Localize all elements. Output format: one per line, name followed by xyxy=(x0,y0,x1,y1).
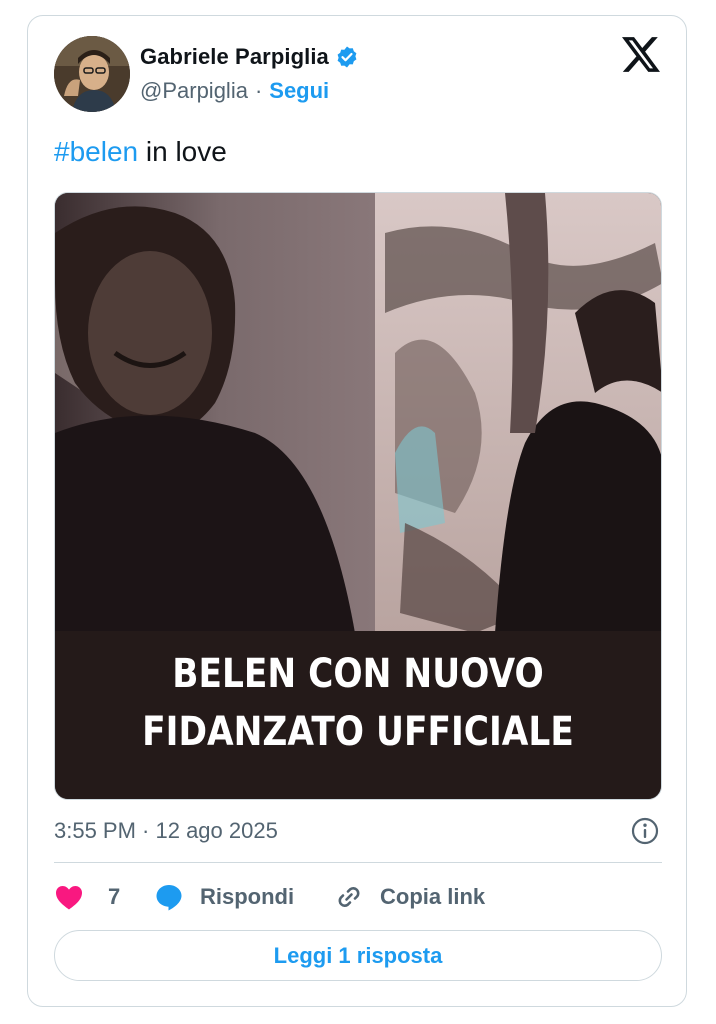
read-replies-button[interactable]: Leggi 1 risposta xyxy=(54,930,662,981)
author-name[interactable]: Gabriele Parpiglia xyxy=(140,44,329,70)
avatar[interactable] xyxy=(54,36,130,112)
like-count: 7 xyxy=(108,884,121,909)
verified-badge-icon xyxy=(337,46,357,68)
hashtag-link[interactable]: #belen xyxy=(54,136,138,167)
tweet-timestamp[interactable]: 3:55 PM · 12 ago 2025 xyxy=(54,818,278,844)
info-icon[interactable] xyxy=(630,816,660,846)
tweet-meta: 3:55 PM · 12 ago 2025 xyxy=(54,815,662,847)
reply-label: Rispondi xyxy=(200,884,295,909)
separator-dot: · xyxy=(254,78,263,103)
tweet-text-rest: in love xyxy=(138,136,227,167)
link-icon xyxy=(338,887,360,907)
follow-button[interactable]: Segui xyxy=(269,78,329,104)
author-handle[interactable]: @Parpiglia xyxy=(140,78,248,104)
media-caption-line2: FIDANZATO UFFICIALE xyxy=(142,709,574,755)
like-button[interactable]: 7 xyxy=(54,883,154,911)
reply-bubble-icon xyxy=(156,885,182,911)
author-name-row: Gabriele Parpiglia xyxy=(140,44,359,70)
read-replies-label: Leggi 1 risposta xyxy=(273,942,443,968)
handle-row: @Parpiglia · Segui xyxy=(140,78,329,104)
media-caption: BELEN CON NUOVO FIDANZATO UFFICIALE xyxy=(97,645,618,761)
tweet-media[interactable]: BELEN CON NUOVO FIDANZATO UFFICIALE xyxy=(54,192,662,800)
reply-button[interactable]: Rispondi xyxy=(154,882,334,912)
action-bar: 7 Rispondi Copia link xyxy=(54,877,662,917)
copy-link-label: Copia link xyxy=(380,884,486,909)
divider xyxy=(54,862,662,863)
heart-icon xyxy=(56,886,82,910)
media-caption-line1: BELEN CON NUOVO xyxy=(172,651,544,697)
tweet-text: #belen in love xyxy=(54,136,227,168)
copy-link-button[interactable]: Copia link xyxy=(334,882,485,912)
x-logo-icon[interactable] xyxy=(622,37,660,72)
